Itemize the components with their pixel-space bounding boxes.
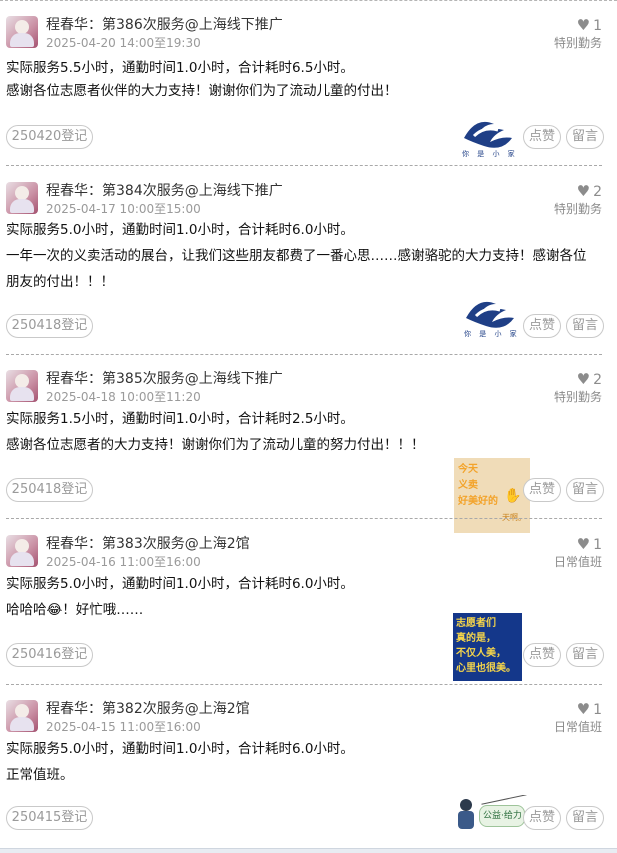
like-count-value: 1 bbox=[593, 702, 602, 718]
like-button[interactable]: 点赞 bbox=[523, 478, 561, 502]
post-text-line: 一年一次的义卖活动的展台，让我们这些朋友都费了一番心思……感谢骆驼的大力支持！感… bbox=[6, 248, 587, 264]
like-count: ♥ 2 bbox=[577, 182, 602, 201]
avatar[interactable] bbox=[6, 700, 38, 732]
post-image[interactable]: 你 是 小 家 bbox=[454, 292, 526, 342]
post-text-line: 感谢各位志愿者伙伴的大力支持！谢谢你们为了流动儿童的付出！ bbox=[6, 83, 398, 99]
logo-caption: 你 是 小 家 bbox=[464, 330, 520, 338]
post-date: 2025-04-18 10:00至11:20 bbox=[46, 390, 201, 404]
reply-button[interactable]: 留言 bbox=[566, 643, 604, 667]
heart-icon: ♥ bbox=[576, 700, 591, 718]
poster-line: 好美好的 bbox=[458, 496, 498, 507]
reply-button[interactable]: 留言 bbox=[566, 478, 604, 502]
service-type: 日常值班 bbox=[553, 555, 602, 569]
post-title[interactable]: 程春华：第382次服务@上海2馆 bbox=[46, 700, 250, 718]
post-image[interactable]: 你 是 小 家 bbox=[454, 112, 520, 162]
like-button[interactable]: 点赞 bbox=[523, 125, 561, 149]
post-title[interactable]: 程春华：第386次服务@上海线下推广 bbox=[46, 16, 283, 34]
like-button[interactable]: 点赞 bbox=[523, 643, 561, 667]
post-card: 程春华：第383次服务@上海2馆 2025-04-16 11:00至16:00 … bbox=[6, 535, 606, 685]
sign-line: 不仅人美， bbox=[456, 648, 506, 659]
register-button[interactable]: 250418登记 bbox=[6, 314, 93, 338]
post-title[interactable]: 程春华：第384次服务@上海线下推广 bbox=[46, 182, 283, 200]
avatar[interactable] bbox=[6, 16, 38, 48]
post-divider bbox=[6, 684, 602, 685]
post-card: 程春华：第386次服务@上海线下推广 2025-04-20 14:00至19:3… bbox=[6, 16, 606, 162]
sign-text: 志愿者们 真的是， 不仅人美， 心里也很美。 bbox=[456, 616, 516, 676]
post-date: 2025-04-20 14:00至19:30 bbox=[46, 36, 201, 50]
post-text-line: 感谢各位志愿者的大力支持！谢谢你们为了流动儿童的努力付出！！！ bbox=[6, 437, 425, 453]
avatar[interactable] bbox=[6, 370, 38, 402]
service-type: 特别勤务 bbox=[553, 36, 602, 50]
poster-text: 今天 义卖 好美好的 bbox=[458, 462, 498, 510]
reply-button[interactable]: 留言 bbox=[566, 806, 604, 830]
avatar[interactable] bbox=[6, 182, 38, 214]
like-count: ♥ 2 bbox=[577, 370, 602, 389]
post-image[interactable]: 公益·给力 bbox=[453, 795, 529, 835]
like-count: ♥ 1 bbox=[577, 700, 602, 719]
post-card: 程春华：第384次服务@上海线下推广 2025-04-17 10:00至15:0… bbox=[6, 182, 606, 342]
like-count-value: 2 bbox=[593, 372, 602, 388]
post-title[interactable]: 程春华：第383次服务@上海2馆 bbox=[46, 535, 250, 553]
service-type: 特别勤务 bbox=[553, 202, 602, 216]
post-text-line: 正常值班。 bbox=[6, 767, 74, 783]
like-button[interactable]: 点赞 bbox=[523, 314, 561, 338]
poster-line: 今天 bbox=[458, 464, 478, 475]
like-count: ♥ 1 bbox=[577, 16, 602, 35]
heart-icon: ♥ bbox=[576, 182, 591, 200]
post-date: 2025-04-15 11:00至16:00 bbox=[46, 720, 201, 734]
post-text-line: 实际服务5.0小时，通勤时间1.0小时，合计耗时6.0小时。 bbox=[6, 222, 354, 238]
post-date: 2025-04-16 11:00至16:00 bbox=[46, 555, 201, 569]
service-type: 特别勤务 bbox=[553, 390, 602, 404]
heart-icon: ♥ bbox=[576, 16, 591, 34]
like-count: ♥ 1 bbox=[577, 535, 602, 554]
like-count-value: 1 bbox=[593, 537, 602, 553]
post-divider bbox=[6, 518, 602, 519]
post-image[interactable]: 志愿者们 真的是， 不仅人美， 心里也很美。 bbox=[453, 613, 522, 681]
hand-icon: ✋ bbox=[504, 488, 522, 504]
like-count-value: 2 bbox=[593, 184, 602, 200]
sign-line: 心里也很美。 bbox=[456, 663, 516, 674]
post-text-line: 实际服务5.0小时，通勤时间1.0小时，合计耗时6.0小时。 bbox=[6, 576, 354, 592]
post-date: 2025-04-17 10:00至15:00 bbox=[46, 202, 201, 216]
poster-line: 义卖 bbox=[458, 480, 478, 491]
like-count-value: 1 bbox=[593, 18, 602, 34]
avatar[interactable] bbox=[6, 535, 38, 567]
post-text-line: 实际服务5.0小时，通勤时间1.0小时，合计耗时6.0小时。 bbox=[6, 741, 354, 757]
post-text-line: 实际服务1.5小时，通勤时间1.0小时，合计耗时2.5小时。 bbox=[6, 411, 354, 427]
reply-button[interactable]: 留言 bbox=[566, 314, 604, 338]
post-card: 程春华：第382次服务@上海2馆 2025-04-15 11:00至16:00 … bbox=[6, 700, 606, 840]
top-divider bbox=[0, 0, 617, 3]
post-title[interactable]: 程春华：第385次服务@上海线下推广 bbox=[46, 370, 283, 388]
register-button[interactable]: 250416登记 bbox=[6, 643, 93, 667]
like-button[interactable]: 点赞 bbox=[523, 806, 561, 830]
service-type: 日常值班 bbox=[553, 720, 602, 734]
bottom-scroll-bar[interactable] bbox=[0, 848, 617, 853]
post-text-line: 实际服务5.5小时，通勤时间1.0小时，合计耗时6.5小时。 bbox=[6, 60, 354, 76]
register-button[interactable]: 250418登记 bbox=[6, 478, 93, 502]
logo-caption: 你 是 小 家 bbox=[462, 150, 518, 158]
post-divider bbox=[6, 354, 602, 355]
post-text-line: 朋友的付出！！！ bbox=[6, 274, 114, 290]
heart-icon: ♥ bbox=[576, 535, 591, 553]
post-divider bbox=[6, 165, 602, 166]
sign-line: 真的是， bbox=[456, 633, 496, 644]
register-button[interactable]: 250420登记 bbox=[6, 125, 93, 149]
sign-line: 志愿者们 bbox=[456, 618, 496, 629]
register-button[interactable]: 250415登记 bbox=[6, 806, 93, 830]
post-card: 程春华：第385次服务@上海线下推广 2025-04-18 10:00至11:2… bbox=[6, 370, 606, 533]
heart-icon: ♥ bbox=[576, 370, 591, 388]
cartoon-figure-icon bbox=[455, 799, 477, 829]
cartoon-caption: 公益·给力 bbox=[483, 811, 522, 821]
reply-button[interactable]: 留言 bbox=[566, 125, 604, 149]
post-image[interactable]: 今天 义卖 好美好的 天啊。 ✋ bbox=[454, 458, 530, 533]
